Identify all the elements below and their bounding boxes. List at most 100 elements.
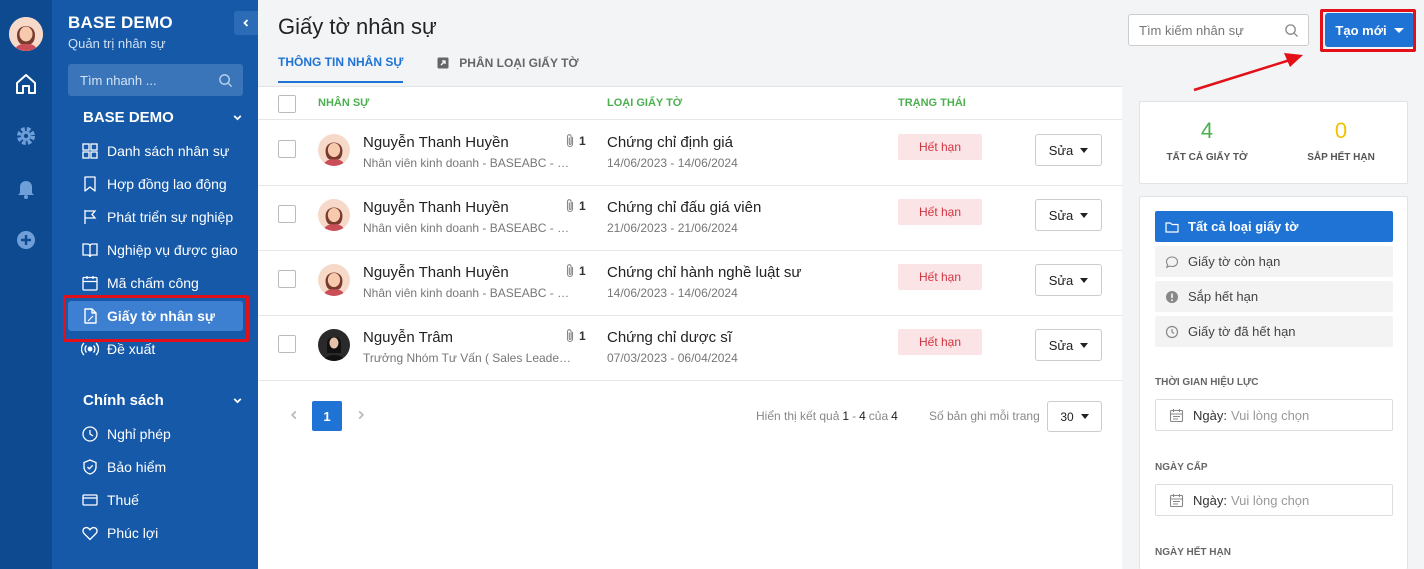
sidebar-item-label: Thuế [107,492,139,508]
row-checkbox[interactable] [278,270,296,288]
table-row[interactable]: Nguyễn Thanh Huyền Nhân viên kinh doanh … [258,251,1122,316]
filter-all-document-types[interactable]: Tất cả loại giấy tờ [1155,211,1393,242]
result-total: 4 [891,409,898,423]
table-row[interactable]: Nguyễn Thanh Huyền Nhân viên kinh doanh … [258,186,1122,251]
edit-dropdown-button[interactable]: Sửa [1035,329,1102,361]
page-button-1[interactable]: 1 [312,401,342,431]
employee-name[interactable]: Nguyễn Thanh Huyền [363,264,509,281]
tab-label: PHÂN LOẠI GIẤY TỜ [459,56,579,70]
effective-date-picker[interactable]: Ngày: Vui lòng chọn [1155,399,1393,431]
tab-employee-info[interactable]: THÔNG TIN NHÂN SỰ [278,55,404,83]
filter-valid-documents[interactable]: Giấy tờ còn hạn [1155,246,1393,277]
sidebar-item-tax[interactable]: Thuế [68,485,243,515]
result-info: Hiển thị kết quả 1 - 4 của 4 [756,409,901,423]
chevron-down-icon [233,398,242,404]
date-field-label: Ngày: [1193,407,1227,423]
collapse-sidebar-button[interactable] [234,11,258,35]
section-base-demo[interactable]: BASE DEMO [83,109,243,126]
employee-name[interactable]: Nguyễn Trâm [363,329,453,346]
filter-label: Giấy tờ đã hết hạn [1188,324,1296,339]
employee-avatar [318,329,350,361]
status-badge: Hết hạn [898,329,982,355]
bookmark-icon [84,176,96,192]
sidebar-item-career-development[interactable]: Phát triển sự nghiệp [68,202,243,232]
broadcast-icon [81,342,99,356]
stat-value: 4 [1200,118,1214,143]
bell-icon[interactable] [14,176,38,200]
sidebar-item-insurance[interactable]: Bảo hiểm [68,452,243,482]
status-badge: Hết hạn [898,264,982,290]
main-content: Giấy tờ nhân sự THÔNG TIN NHÂN SỰ PHÂN L… [258,0,1424,569]
row-checkbox[interactable] [278,335,296,353]
employee-search-input[interactable]: Tìm kiếm nhân sự [1128,14,1309,46]
chevron-right-icon[interactable] [355,409,367,421]
page-size-select[interactable]: 30 [1047,401,1102,432]
stat-all-documents[interactable]: 4 TẤT CẢ GIẤY TỜ [1140,118,1274,163]
page-size-label: Số bản ghi mỗi trang [929,409,1040,423]
flag-icon [84,210,97,224]
card-icon [82,494,98,506]
filter-group-label: NGÀY CẤP [1155,462,1208,473]
chevron-left-icon [243,19,249,27]
section-policies[interactable]: Chính sách [83,392,243,409]
edit-dropdown-button[interactable]: Sửa [1035,199,1102,231]
attachment-count[interactable]: 1 [564,328,586,344]
column-header-doc-type[interactable]: LOẠI GIẤY TỜ [607,97,682,109]
shield-icon [83,459,97,475]
document-type[interactable]: Chứng chỉ dược sĩ [607,329,732,346]
settings-icon[interactable] [14,124,38,148]
table-header: NHÂN SỰ LOẠI GIẤY TỜ TRẠNG THÁI [258,87,1122,120]
row-checkbox[interactable] [278,205,296,223]
user-avatar[interactable] [9,17,43,51]
chat-bubble-icon [1165,255,1179,268]
sidebar-item-benefits[interactable]: Phúc lợi [68,518,243,548]
column-header-employee[interactable]: NHÂN SỰ [318,97,369,109]
column-header-status[interactable]: TRẠNG THÁI [898,97,966,109]
sidebar-item-leave[interactable]: Nghỉ phép [68,419,243,449]
home-icon[interactable] [14,72,38,96]
stats-card: 4 TẤT CẢ GIẤY TỜ 0 SẮP HẾT HẠN [1139,101,1408,184]
filter-expiring-soon[interactable]: Sắp hết hạn [1155,281,1393,312]
sidebar-item-label: Nghỉ phép [107,426,171,442]
issue-date-picker[interactable]: Ngày: Vui lòng chọn [1155,484,1393,516]
edit-dropdown-button[interactable]: Sửa [1035,264,1102,296]
sidebar-item-label: Đề xuất [107,341,156,357]
employee-avatar [318,199,350,231]
filter-expired-documents[interactable]: Giấy tờ đã hết hạn [1155,316,1393,347]
chevron-left-icon[interactable] [288,409,300,421]
row-checkbox[interactable] [278,140,296,158]
heart-icon [82,526,98,541]
clock-icon [82,426,98,442]
sidebar-item-assigned-tasks[interactable]: Nghiệp vụ được giao [68,235,243,265]
select-all-checkbox[interactable] [278,95,296,113]
employee-name[interactable]: Nguyễn Thanh Huyền [363,199,509,216]
table-row[interactable]: Nguyễn Thanh Huyền Nhân viên kinh doanh … [258,121,1122,186]
document-type[interactable]: Chứng chỉ đấu giá viên [607,199,761,216]
tab-document-categories[interactable]: PHÂN LOẠI GIẤY TỜ [437,55,579,83]
document-type[interactable]: Chứng chỉ hành nghề luật sư [607,264,801,281]
table-row[interactable]: Nguyễn Trâm Trưởng Nhóm Tư Vấn ( Sales L… [258,316,1122,381]
attachment-count[interactable]: 1 [564,133,586,149]
attachment-count[interactable]: 1 [564,263,586,279]
employee-name[interactable]: Nguyễn Thanh Huyền [363,134,509,151]
filter-group-label: NGÀY HẾT HẠN [1155,547,1231,558]
sidebar-item-timekeeping-code[interactable]: Mã chấm công [68,268,243,298]
attachment-count[interactable]: 1 [564,198,586,214]
edit-label: Sửa [1048,142,1074,158]
employee-search-placeholder: Tìm kiếm nhân sự [1139,22,1244,38]
document-type[interactable]: Chứng chỉ định giá [607,134,733,151]
edit-dropdown-button[interactable]: Sửa [1035,134,1102,166]
filter-label: Tất cả loại giấy tờ [1188,219,1299,234]
quick-search-input[interactable]: Tìm nhanh ... [68,64,243,96]
clock-icon [1165,325,1179,338]
stat-expiring-soon[interactable]: 0 SẮP HẾT HẠN [1274,118,1408,163]
stat-label: SẮP HẾT HẠN [1307,152,1375,163]
sidebar-item-labor-contract[interactable]: Hợp đồng lao động [68,169,243,199]
plus-circle-icon[interactable] [14,228,38,252]
employee-avatar [318,134,350,166]
edit-label: Sửa [1048,207,1074,223]
filter-label: Giấy tờ còn hạn [1188,254,1281,269]
search-icon [219,73,233,87]
sidebar-item-employee-list[interactable]: Danh sách nhân sự [68,136,243,166]
attachment-count-value: 1 [579,264,586,278]
